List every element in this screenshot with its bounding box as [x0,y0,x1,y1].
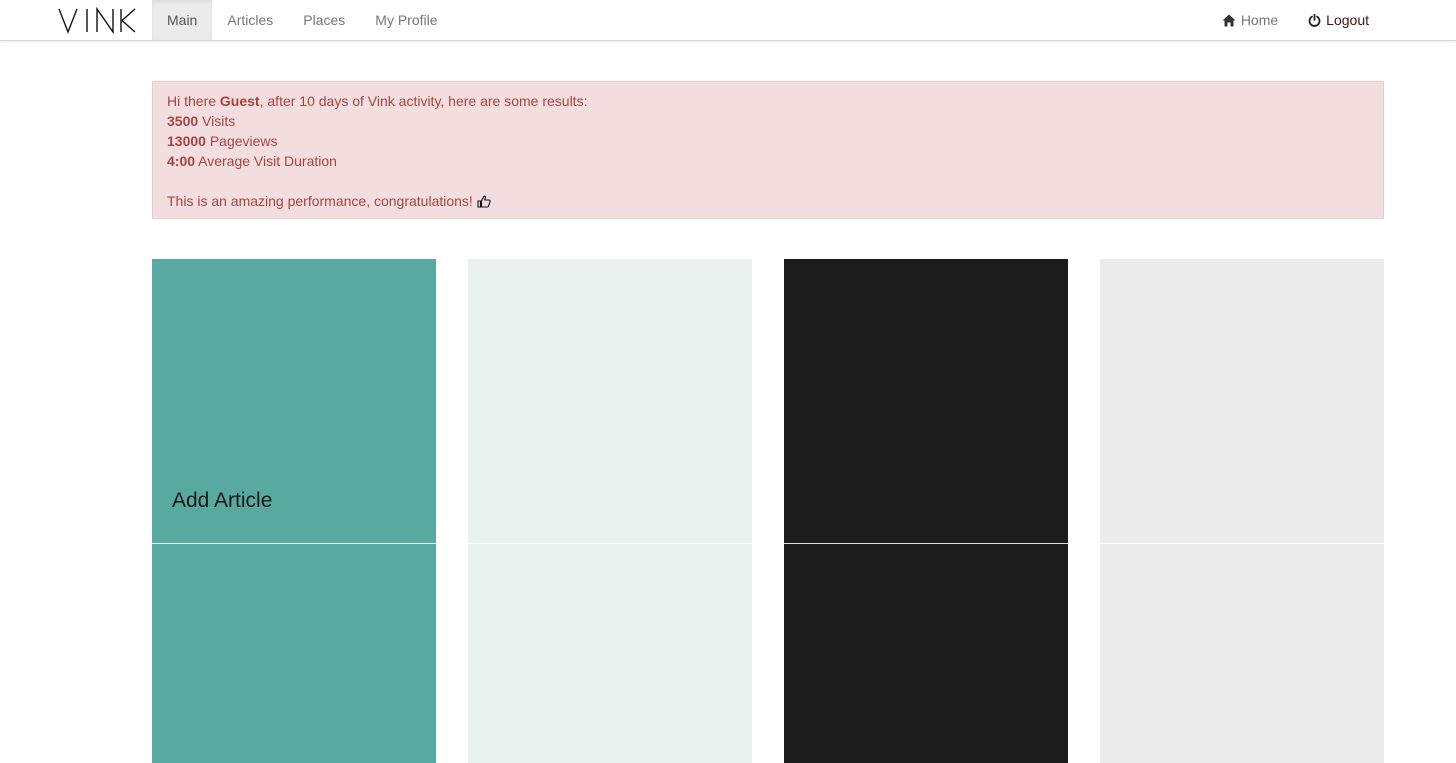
tile-3[interactable] [784,259,1068,763]
home-label: Home [1240,12,1279,28]
greeting-suffix: , after 10 days of Vink activity, here a… [259,93,588,109]
nav-main[interactable]: Main [152,0,213,40]
vink-logo[interactable] [58,7,136,34]
stat-value: 3500 [167,113,199,129]
activity-alert: Hi there Guest, after 10 days of Vink ac… [152,81,1384,219]
stat-duration: 4:00 Average Visit Duration [167,151,1369,171]
greeting-prefix: Hi there [167,93,220,109]
tile-divider [784,543,1068,544]
stat-label: Pageviews [205,133,278,149]
stat-value: 13000 [167,133,206,149]
user-nav: Home Logout [1207,0,1384,40]
main-nav: Main Articles Places My Profile [152,0,453,40]
alert-greeting: Hi there Guest, after 10 days of Vink ac… [167,91,1369,111]
tile-divider [1100,543,1384,544]
stat-visits: 3500 Visits [167,111,1369,131]
home-icon [1222,14,1236,26]
user-name: Guest [219,93,260,109]
stat-label: Visits [198,113,236,129]
nav-my-profile[interactable]: My Profile [360,0,452,40]
tile-divider [468,543,752,544]
nav-places[interactable]: Places [288,0,360,40]
logout-label: Logout [1326,12,1369,28]
tile-add-article[interactable]: Add Article [152,259,436,763]
top-navbar: Main Articles Places My Profile Home Log… [0,0,1456,41]
home-link[interactable]: Home [1207,0,1293,40]
thumbs-up-icon [477,195,491,208]
closing-text: This is an amazing performance, congratu… [167,193,473,209]
logout-link[interactable]: Logout [1293,0,1384,40]
power-icon [1308,13,1321,27]
tile-2[interactable] [468,259,752,763]
tile-4[interactable] [1100,259,1384,763]
nav-articles[interactable]: Articles [212,0,288,40]
tile-label: Add Article [172,489,273,512]
tile-divider [152,543,436,544]
stat-label: Average Visit Duration [195,153,337,169]
stat-pageviews: 13000 Pageviews [167,131,1369,151]
alert-closing: This is an amazing performance, congratu… [167,191,1369,211]
stat-value: 4:00 [167,153,196,169]
